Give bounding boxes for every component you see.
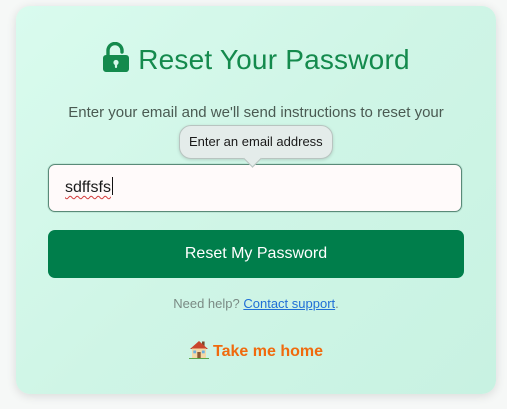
help-text: Need help? Contact support. (16, 296, 496, 311)
title-text: Reset Your Password (138, 44, 410, 75)
take-me-home-link[interactable]: Take me home (16, 340, 496, 361)
home-link-label: Take me home (213, 343, 323, 360)
contact-support-link[interactable]: Contact support (243, 296, 335, 311)
help-prefix: Need help? (173, 296, 240, 311)
unlock-icon (103, 42, 130, 72)
help-suffix: . (335, 296, 339, 311)
reset-password-button[interactable]: Reset My Password (48, 230, 464, 278)
validation-tooltip: Enter an email address (179, 125, 333, 159)
email-field[interactable]: sdffsfs (48, 164, 462, 212)
page-title: Reset Your Password (16, 40, 496, 80)
house-icon (189, 341, 210, 359)
email-field-value: sdffsfs (65, 179, 111, 196)
text-caret (111, 177, 113, 195)
instructions-text: Enter your email and we'll send instruct… (68, 104, 444, 121)
reset-password-card: Reset Your Password Enter your email and… (16, 6, 496, 394)
